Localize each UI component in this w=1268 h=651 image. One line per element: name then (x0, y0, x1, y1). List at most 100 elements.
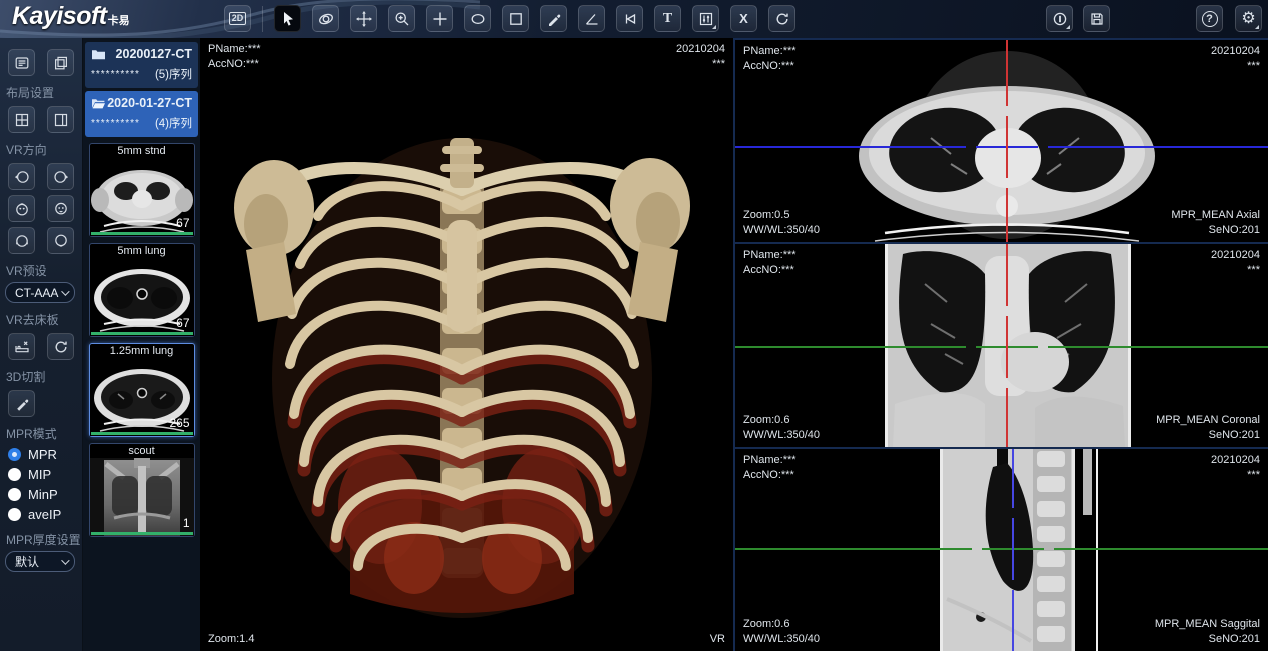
study-item-2-selected[interactable]: 2020-01-27-CT ********** (4)序列 (85, 91, 198, 137)
grid-layout-button[interactable] (8, 106, 35, 133)
head-left-icon (14, 169, 30, 185)
axial-vline-segment[interactable] (1006, 188, 1008, 242)
layout-settings-label: 布局设置 (6, 84, 76, 101)
axial-vline-segment[interactable] (1006, 40, 1008, 106)
pan-icon (356, 11, 372, 27)
radio-aveip[interactable]: aveIP (8, 505, 77, 523)
measure-tool-button[interactable] (540, 5, 567, 32)
crosshair-tool-button[interactable] (426, 5, 453, 32)
scalpel-button[interactable] (8, 390, 35, 417)
coronal-hline-segment[interactable] (735, 346, 966, 348)
vr-overlay-bottom-left: Zoom:1.4 (208, 632, 254, 647)
radio-mip-label: MIP (28, 467, 51, 482)
accession-number: AccNO:*** (743, 263, 796, 278)
zoom-tool-button[interactable] (388, 5, 415, 32)
cobb-angle-tool-button[interactable] (616, 5, 643, 32)
copy-layout-button[interactable] (47, 49, 74, 76)
mpr-sagittal-viewport[interactable]: PName:*** AccNO:*** 20210204 *** Zoom:0.… (735, 449, 1268, 651)
coronal-vline-segment[interactable] (1006, 244, 1008, 306)
series-thumbnail-scout[interactable]: scout 1 (89, 443, 195, 537)
vr-3d-viewport[interactable]: PName:*** AccNO:*** 20210204 *** Zoom:1.… (200, 38, 733, 651)
vr-preset-select[interactable]: CT-AAA (5, 282, 75, 303)
split-layout-button[interactable] (47, 106, 74, 133)
patient-name: PName:*** (743, 44, 796, 59)
mpr-thickness-select[interactable]: 默认 (5, 551, 75, 572)
mpr-overlay-bottom-right: MPR_MEAN Axial SeNO:201 (1171, 208, 1260, 238)
vr-head-back-button[interactable] (8, 227, 35, 254)
study-patient: ********** (91, 118, 140, 129)
vr-head-left-button[interactable] (8, 163, 35, 190)
toolbar-right-group (1046, 5, 1110, 32)
text-tool-button[interactable]: T (654, 5, 681, 32)
coronal-vline-segment[interactable] (1006, 388, 1008, 446)
reset-tool-button[interactable] (768, 5, 795, 32)
sagittal-hline-segment[interactable] (1054, 548, 1268, 550)
mpr-overlay-top-left: PName:*** AccNO:*** (743, 44, 796, 74)
sagittal-vline-segment[interactable] (1012, 518, 1014, 580)
rotate-3d-tool-button[interactable] (312, 5, 339, 32)
sagittal-vline-segment[interactable] (1012, 590, 1014, 651)
series-thumbnail-5mm-stnd[interactable]: 5mm stnd 67 (89, 143, 195, 237)
mpr-thickness-label: MPR厚度设置 (6, 531, 76, 548)
window-level: WW/WL:350/40 (743, 632, 820, 647)
select-tool-button[interactable] (274, 5, 301, 32)
vr-head-chin-button[interactable] (47, 227, 74, 254)
radio-mpr[interactable]: MPR (8, 445, 77, 463)
chevron-down-icon (61, 556, 69, 564)
axial-hline-segment[interactable] (1048, 146, 1268, 148)
axial-vline-segment[interactable] (1006, 116, 1008, 178)
vr-reset-button[interactable] (47, 333, 74, 360)
study-date: 20210204 (1211, 248, 1260, 263)
rectangle-tool-button[interactable] (502, 5, 529, 32)
vr-direction-label: VR方向 (6, 141, 76, 158)
remove-bed-button[interactable] (8, 333, 35, 360)
radio-minp[interactable]: MinP (8, 485, 77, 503)
save-icon (1089, 11, 1105, 27)
cursor-icon (280, 11, 296, 27)
layout-2d-tool-button[interactable]: 2D (224, 5, 251, 32)
radio-aveip-circle[interactable] (8, 508, 21, 521)
help-button[interactable]: ? (1196, 5, 1223, 32)
radio-mpr-circle[interactable] (8, 448, 21, 461)
report-panel-button[interactable] (8, 49, 35, 76)
angle-tool-button[interactable] (578, 5, 605, 32)
window-level: WW/WL:350/40 (743, 223, 820, 238)
series-thumbnail-5mm-lung[interactable]: 5mm lung 67 (89, 243, 195, 337)
vr-head-superior-button[interactable] (8, 195, 35, 222)
masked-value: *** (1211, 468, 1260, 483)
head-chin-icon (53, 233, 69, 249)
sagittal-hline-segment[interactable] (735, 548, 972, 550)
vr-head-front-button[interactable] (47, 195, 74, 222)
info-tool-button[interactable] (1046, 5, 1073, 32)
window-level-icon (698, 11, 714, 27)
thumbnail-progress-bar (91, 232, 193, 235)
save-tool-button[interactable] (1083, 5, 1110, 32)
mpr-overlay-top-left: PName:*** AccNO:*** (743, 453, 796, 483)
vr-head-right-button[interactable] (47, 163, 74, 190)
radio-mip[interactable]: MIP (8, 465, 77, 483)
study-date: 20210204 (1211, 453, 1260, 468)
pan-tool-button[interactable] (350, 5, 377, 32)
sagittal-vline-segment[interactable] (1012, 449, 1014, 508)
study-patient: ********** (91, 69, 140, 80)
series-thumbnail-125mm-lung[interactable]: 1.25mm lung 265 (89, 343, 195, 437)
scalpel-icon (14, 396, 30, 412)
thumbnail-progress-bar (91, 432, 193, 435)
window-level-tool-button[interactable] (692, 5, 719, 32)
thumbnail-image-scout (90, 458, 194, 536)
study-item-1[interactable]: 20200127-CT ********** (5)序列 (85, 42, 198, 88)
reset-icon (774, 11, 790, 27)
coronal-hline-segment[interactable] (1048, 346, 1268, 348)
axial-hline-segment[interactable] (735, 146, 966, 148)
radio-mip-circle[interactable] (8, 468, 21, 481)
coronal-vline-segment[interactable] (1006, 316, 1008, 378)
thumbnail-image-count: 265 (169, 416, 189, 430)
mpr-coronal-viewport[interactable]: PName:*** AccNO:*** 20210204 *** Zoom:0.… (735, 244, 1268, 446)
settings-button[interactable]: ⚙ (1235, 5, 1262, 32)
ellipse-tool-button[interactable] (464, 5, 491, 32)
bed-remove-icon (14, 339, 30, 355)
reset-icon (53, 339, 69, 355)
delete-tool-button[interactable]: X (730, 5, 757, 32)
mpr-axial-viewport[interactable]: PName:*** AccNO:*** 20210204 *** Zoom:0.… (735, 40, 1268, 242)
radio-minp-circle[interactable] (8, 488, 21, 501)
